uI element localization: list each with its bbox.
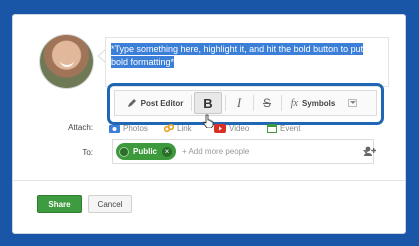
format-toolbar: Post Editor B I S fx Symbols [114, 90, 377, 116]
attach-photos[interactable]: Photos [109, 122, 148, 134]
to-label: To: [82, 148, 93, 157]
avatar [40, 35, 93, 88]
pencil-icon [127, 99, 136, 107]
post-editor-button[interactable]: Post Editor [121, 91, 189, 115]
toolbar-separator [253, 95, 254, 111]
attach-event-label: Event [280, 123, 301, 133]
bubble-tip [97, 49, 106, 63]
strikethrough-icon: S [262, 96, 271, 110]
selected-text: *Type something here, highlight it, and … [111, 43, 364, 68]
video-icon [214, 123, 226, 133]
toolbar-separator [281, 95, 282, 111]
symbols-button[interactable]: fx Symbols [285, 91, 341, 115]
cancel-button[interactable]: Cancel [88, 195, 132, 213]
fx-icon: fx [290, 97, 298, 109]
strikethrough-button[interactable]: S [256, 91, 278, 115]
footer-divider [13, 180, 405, 181]
share-button-label: Share [48, 199, 71, 209]
toolbar-separator [191, 95, 192, 111]
attach-video[interactable]: Video [214, 122, 249, 134]
remove-chip-icon[interactable]: × [162, 146, 173, 157]
attach-label: Attach: [68, 123, 93, 132]
camera-icon [109, 124, 120, 133]
attach-link[interactable]: Link [164, 122, 192, 134]
bold-icon: B [203, 95, 213, 111]
post-editor-label: Post Editor [140, 98, 184, 108]
toolbar-separator [225, 95, 226, 111]
share-button[interactable]: Share [37, 195, 82, 213]
globe-icon [119, 146, 129, 157]
symbols-label: Symbols [301, 98, 336, 108]
dropdown-icon [347, 99, 357, 107]
public-chip[interactable]: Public × [116, 143, 176, 160]
attach-link-label: Link [177, 123, 192, 133]
link-icon [164, 123, 174, 133]
attach-event[interactable]: Event [267, 122, 300, 134]
post-textbox[interactable]: *Type something here, highlight it, and … [105, 37, 389, 87]
attach-video-label: Video [229, 123, 250, 133]
calendar-icon [267, 124, 277, 133]
italic-button[interactable]: I [228, 91, 250, 115]
post-text: *Type something here, highlight it, and … [111, 43, 379, 69]
add-people-input[interactable]: + Add more people [182, 147, 249, 156]
cancel-button-label: Cancel [97, 199, 123, 209]
hand-cursor-icon [203, 114, 214, 128]
public-chip-label: Public [133, 147, 158, 156]
bold-button[interactable]: B [194, 92, 222, 114]
recipients-field[interactable]: Public × + Add more people [112, 139, 374, 164]
attach-photos-label: Photos [123, 123, 148, 133]
share-dialog: *Type something here, highlight it, and … [13, 15, 405, 233]
symbols-dropdown[interactable] [345, 91, 359, 115]
add-person-icon[interactable] [364, 146, 376, 156]
italic-icon: I [236, 95, 242, 110]
